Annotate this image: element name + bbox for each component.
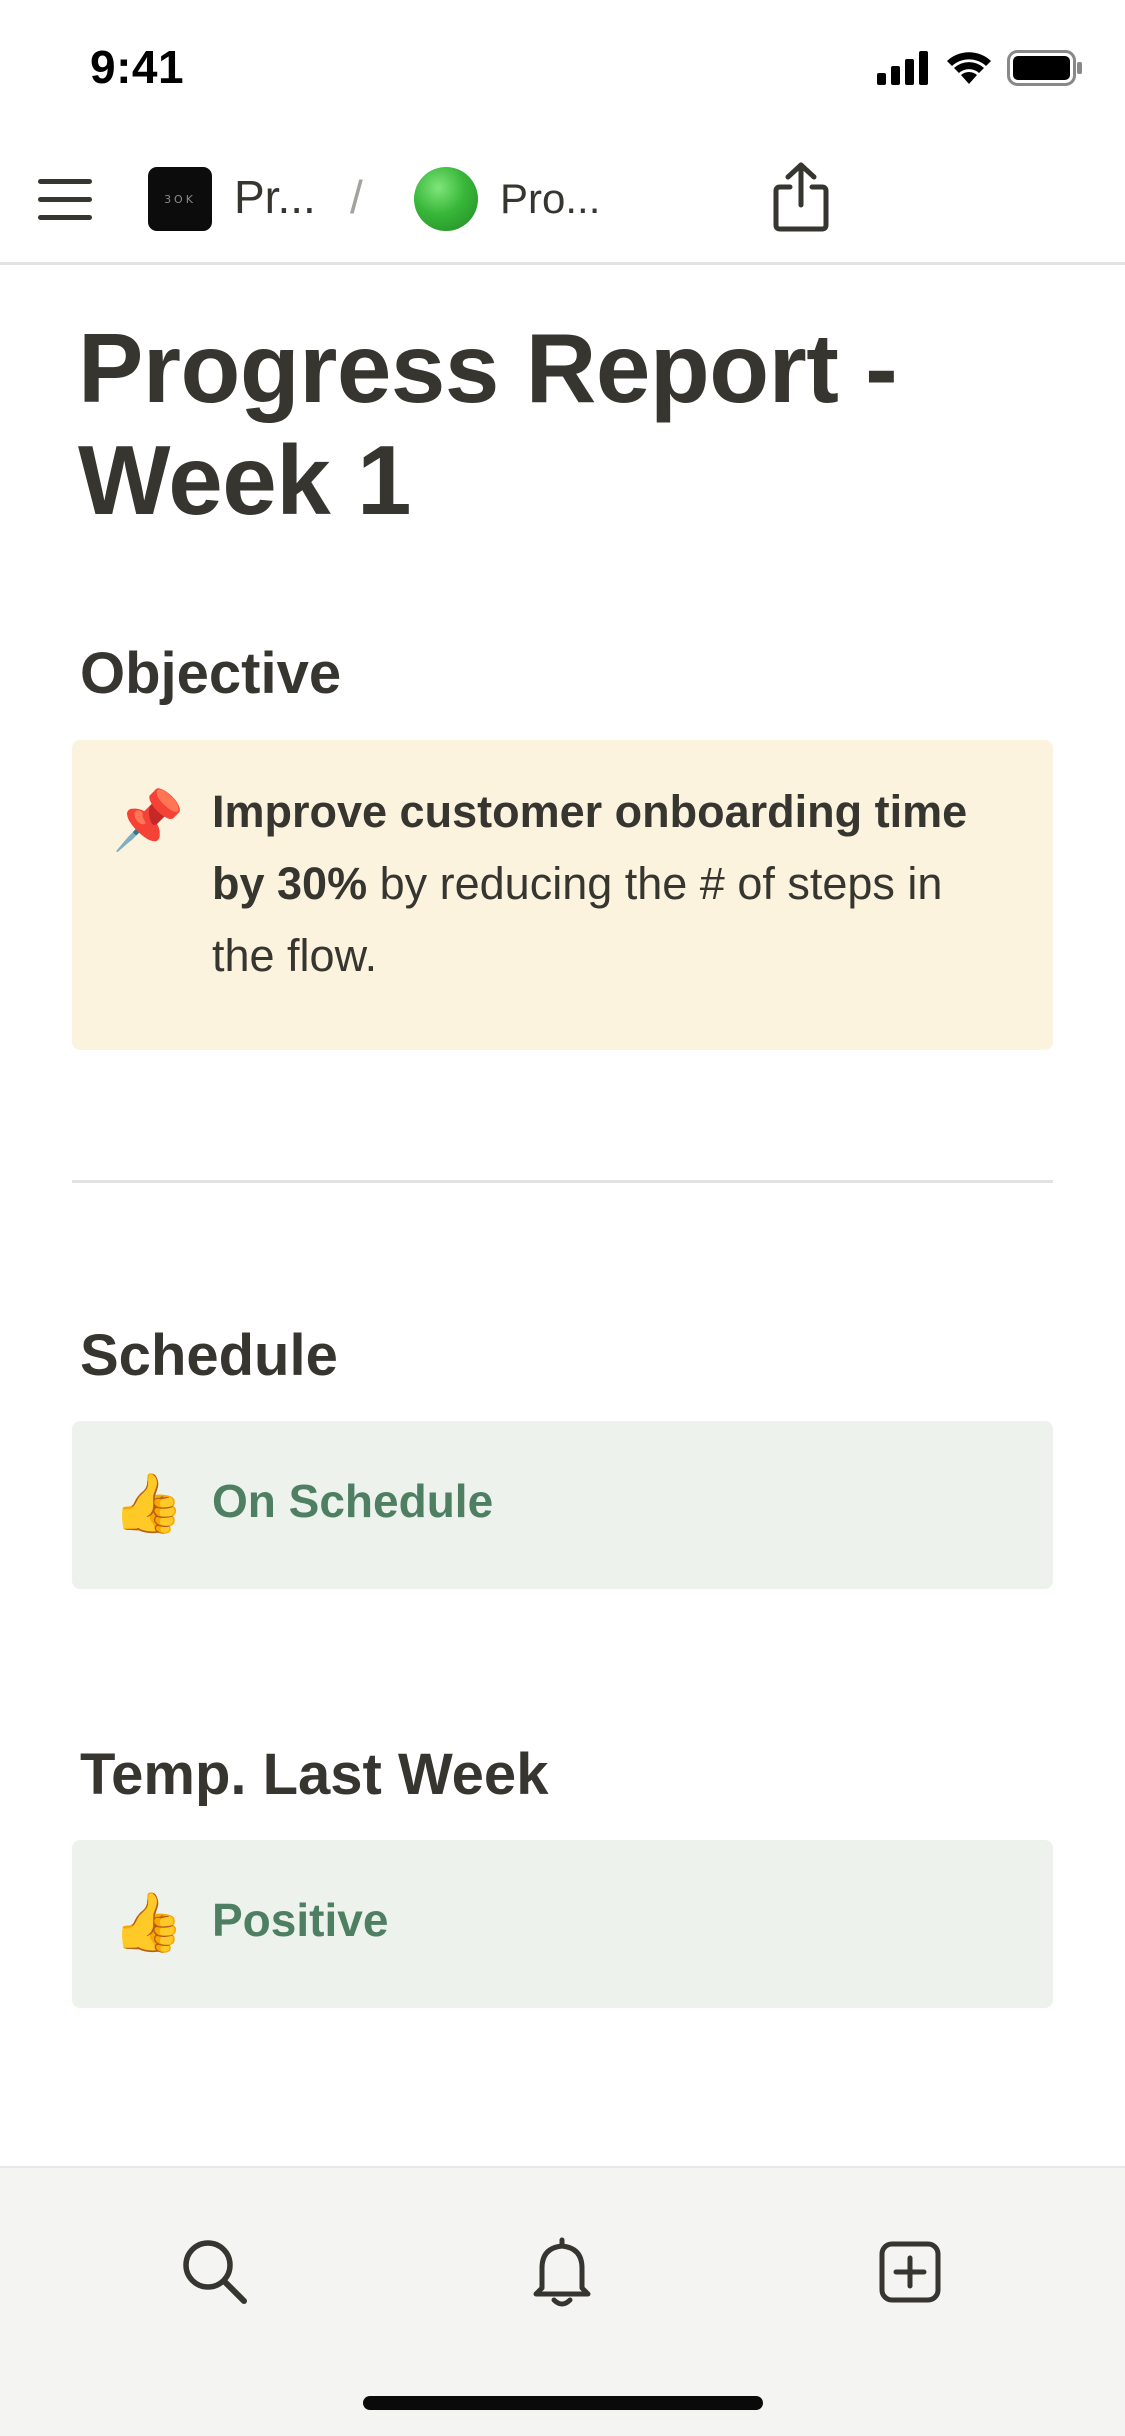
bell-icon[interactable] — [522, 2232, 602, 2312]
temperature-callout[interactable]: 👍 Positive — [72, 1840, 1053, 2008]
green-circle-page-icon — [414, 167, 478, 231]
status-time: 9:41 — [90, 41, 185, 93]
search-icon[interactable] — [175, 2232, 255, 2312]
workspace-logo-text: 3OK — [164, 192, 196, 206]
thumbs-up-icon: 👍 — [112, 1471, 185, 1536]
new-page-icon[interactable] — [870, 2232, 950, 2312]
workspace-logo[interactable]: 3OK — [148, 167, 212, 231]
cellular-signal-icon — [877, 51, 928, 85]
objective-heading: Objective — [80, 641, 342, 706]
share-icon[interactable] — [770, 161, 832, 233]
breadcrumb-workspace[interactable]: Pr... — [234, 170, 316, 224]
temperature-status: Positive — [212, 1894, 389, 1946]
objective-text: Improve customer onboarding time by 30% … — [212, 776, 1012, 992]
schedule-callout[interactable]: 👍 On Schedule — [72, 1421, 1053, 1589]
breadcrumb-separator: / — [350, 171, 363, 223]
divider — [72, 1180, 1053, 1183]
status-bar: 9:41 — [0, 0, 1125, 135]
thumbs-up-icon: 👍 — [112, 1890, 185, 1955]
page-title: Progress Report - Week 1 — [78, 313, 898, 535]
breadcrumb-page[interactable]: Pro... — [500, 175, 600, 223]
menu-icon[interactable] — [36, 175, 96, 225]
battery-icon — [1007, 50, 1082, 86]
navigation-bar: 3OK Pr... / Pro... — [0, 135, 1125, 265]
home-indicator — [363, 2396, 763, 2410]
wifi-icon — [947, 52, 991, 84]
objective-callout[interactable]: 📌 Improve customer onboarding time by 30… — [72, 740, 1053, 1050]
schedule-heading: Schedule — [80, 1323, 338, 1388]
pushpin-icon: 📌 — [112, 788, 185, 853]
status-icons — [877, 50, 1083, 86]
temperature-heading: Temp. Last Week — [80, 1742, 549, 1807]
schedule-status: On Schedule — [212, 1475, 494, 1527]
